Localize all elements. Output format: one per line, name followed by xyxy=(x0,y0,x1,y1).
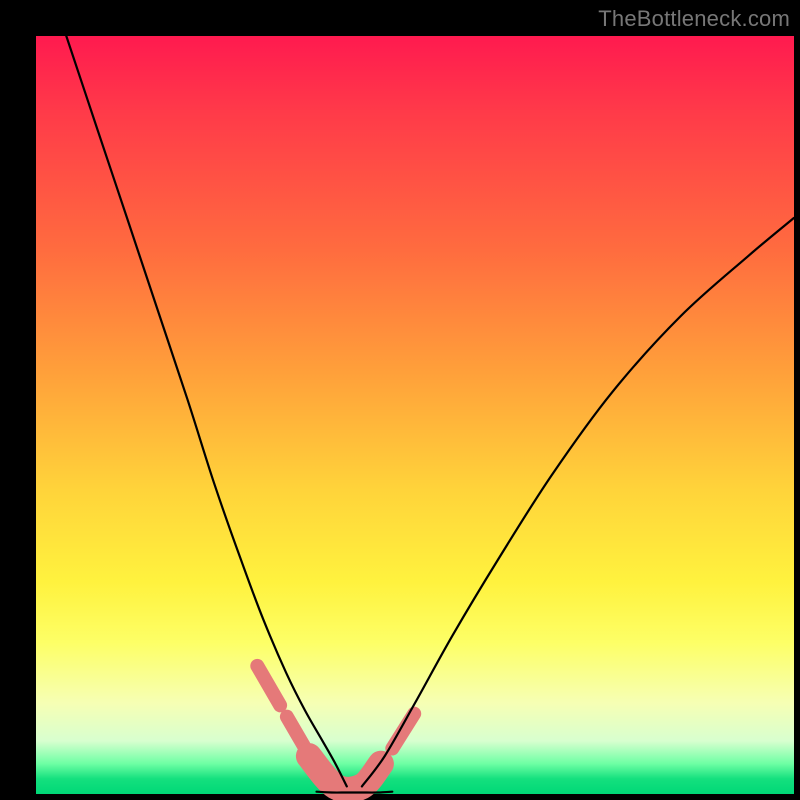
left-pink-lower xyxy=(287,717,304,746)
left-curve xyxy=(66,36,347,786)
left-pink-upper xyxy=(257,666,280,705)
pink-highlights xyxy=(257,666,414,790)
curves-svg xyxy=(36,36,794,794)
right-pink xyxy=(392,714,414,749)
flat-bottom xyxy=(317,792,393,793)
plot-area xyxy=(36,36,794,794)
right-curve xyxy=(362,218,794,787)
frame: TheBottleneck.com xyxy=(0,0,800,800)
watermark-text: TheBottleneck.com xyxy=(598,6,790,32)
